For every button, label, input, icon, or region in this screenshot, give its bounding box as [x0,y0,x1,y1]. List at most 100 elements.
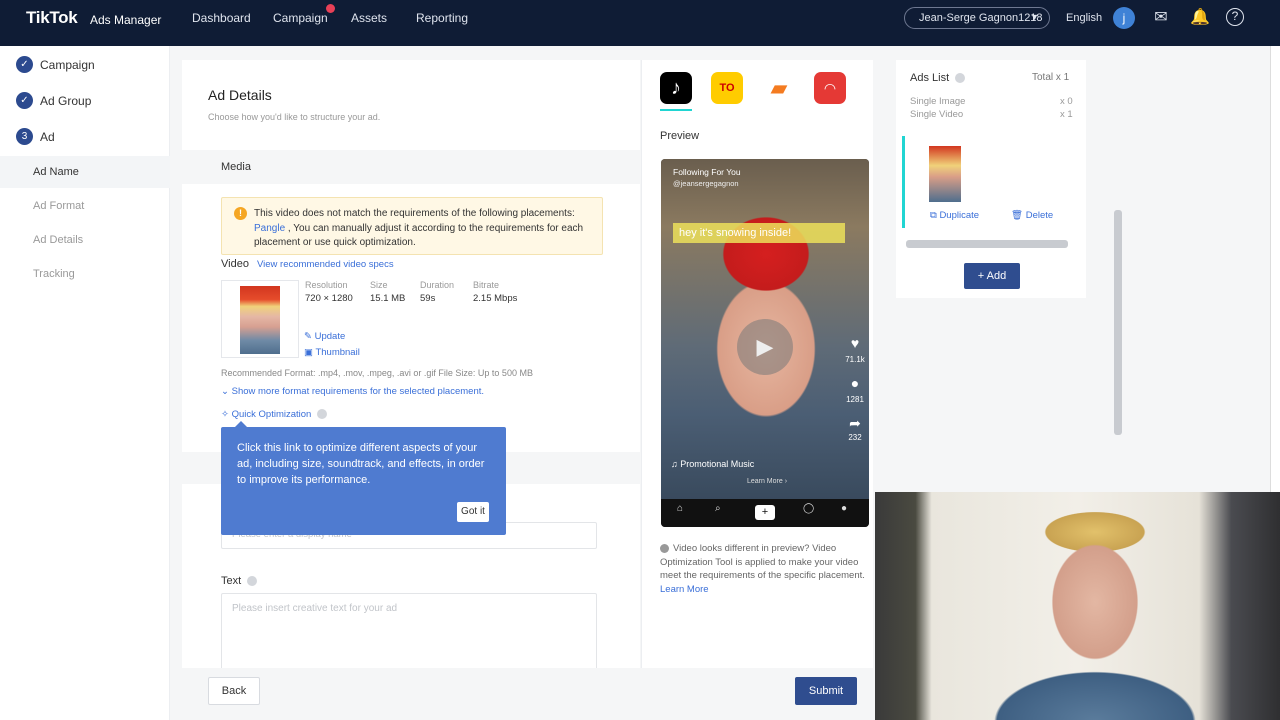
duplicate-button[interactable]: ⧉ Duplicate [930,210,979,221]
thumbnail-button[interactable]: ▣ Thumbnail [304,347,360,358]
play-icon[interactable]: ▶ [737,319,793,375]
show-more-label: Show more format requirements for the se… [231,386,485,397]
preview-note: Video looks different in preview? Video … [660,542,870,596]
scrollbar-thumb[interactable] [1114,210,1122,435]
pencil-icon: ✎ [304,331,315,342]
babe-app-icon[interactable]: ▰ [763,72,795,104]
show-more-link[interactable]: ⌄ Show more format requirements for the … [221,386,484,397]
text-label: Text [221,575,258,587]
tiktok-feed-tabs: Following For You [673,167,741,177]
recommended-format: Recommended Format: .mp4, .mov, .mpeg, .… [221,368,533,378]
top-navigation-bar: TikTok Ads Manager Dashboard Campaign As… [0,0,1280,46]
notifications-icon: ◯ [803,503,815,514]
pangle-link[interactable]: Pangle [254,223,285,234]
video-thumbnail[interactable] [221,280,299,358]
tooltip-text: Click this link to optimize different as… [237,442,485,486]
update-label: Update [314,331,346,342]
language-selector[interactable]: English [1066,12,1102,24]
substep-ad-details[interactable]: Ad Details [33,234,83,246]
add-ad-button[interactable]: + Add [964,263,1020,289]
preview-label: Preview [660,130,700,142]
ad-text-input[interactable]: Please insert creative text for your ad [221,593,597,668]
substep-ad-name[interactable]: Ad Name [33,166,79,178]
delete-button[interactable]: 🗑 Delete [1011,210,1053,221]
ad-details-panel: Ad Details Choose how you'd like to stru… [182,60,640,668]
music-title: Promotional Music [680,459,755,469]
tiktok-app-icon[interactable]: ♪ [660,72,692,104]
resolution-header: Resolution [305,280,348,290]
discover-icon: ⌕ [715,503,721,514]
shares-count: 232 [848,433,862,442]
ads-list-title-text: Ads List [910,72,950,84]
video-preview-phone[interactable]: Following For You @jeanserge​gagnon hey … [661,159,869,527]
single-video-count: x 1 [1060,109,1073,120]
step-campaign[interactable]: ✓ Campaign [16,55,166,75]
step-ad-group[interactable]: ✓ Ad Group [16,91,166,111]
ad-list-item[interactable]: ⧉ Duplicate 🗑 Delete [902,136,1082,228]
warning-text-end: , You can manually adjust it according t… [254,222,584,249]
bell-icon[interactable]: 🔔 [1190,8,1210,28]
selected-app-indicator [660,109,692,111]
music-note-icon: ♫ [671,459,681,469]
notification-dot [326,4,335,13]
webcam-overlay [875,492,1280,720]
me-icon: ● [841,503,848,514]
bitrate-value: 2.15 Mbps [473,293,518,304]
helo-app-icon[interactable]: ◠ [814,72,846,104]
avatar[interactable]: j [1113,7,1135,29]
help-icon[interactable]: ? [1226,8,1244,26]
help-icon[interactable] [317,409,328,420]
vertical-scrollbar[interactable] [1112,60,1124,440]
page-subtitle: Choose how you'd like to structure your … [208,112,381,122]
active-substep-highlight [0,156,170,188]
nav-campaign[interactable]: Campaign [273,11,328,25]
inbox-icon[interactable]: ✉ [1151,8,1171,28]
nav-reporting[interactable]: Reporting [416,11,468,25]
ad-thumbnail [929,146,961,202]
account-selector[interactable]: Jean-Serge Gagnon1218 ▼ [904,7,1050,29]
section-title: Media [221,161,251,173]
info-icon [660,543,669,553]
back-button[interactable]: Back [208,677,260,705]
quick-optimization-link[interactable]: ✧ Quick Optimization [221,409,328,420]
share-icon: ➦ [849,415,861,431]
submit-button[interactable]: Submit [795,677,857,705]
thumbnail-image [240,286,280,354]
step-label: Campaign [40,58,95,72]
check-icon: ✓ [16,56,33,73]
home-icon: ⌂ [677,503,684,514]
nav-assets[interactable]: Assets [351,11,387,25]
video-label: Video [221,258,249,270]
page-title: Ad Details [208,87,272,103]
help-icon[interactable] [955,73,966,84]
duration-header: Duration [420,280,455,290]
thumbnail-label: Thumbnail [315,347,360,358]
trash-icon: 🗑 [1011,210,1026,221]
size-header: Size [370,280,388,290]
ads-total: Total x 1 [1032,72,1070,83]
nav-dashboard[interactable]: Dashboard [192,11,251,25]
step-label: Ad Group [40,94,92,108]
step-ad[interactable]: 3 Ad [16,127,166,147]
media-section-header: Media [182,150,640,184]
update-button[interactable]: ✎ Update [304,331,345,342]
got-it-button[interactable]: Got it [457,502,489,522]
quick-optimization-tooltip: Click this link to optimize different as… [221,421,506,535]
preview-panel: ♪ TO ▰ ◠ Preview Following For You @jean… [641,60,873,668]
horizontal-scrollbar[interactable] [906,240,1068,248]
learn-more-link[interactable]: Learn More [660,584,709,595]
substep-tracking[interactable]: Tracking [33,268,75,280]
warning-text-start: This video does not match the requiremen… [254,208,575,219]
quick-optimization-label: Quick Optimization [231,409,312,420]
video-specs-link[interactable]: View recommended video specs [257,259,394,270]
buzzvideo-app-icon[interactable]: TO [711,72,743,104]
heart-icon: ♥ [850,335,860,351]
substep-ad-format[interactable]: Ad Format [33,200,84,212]
chevron-down-icon: ▼ [1030,12,1039,22]
step-label: Ad [40,130,55,144]
size-value: 15.1 MB [370,293,406,304]
tiktok-logo[interactable]: TikTok [26,8,78,28]
likes-count: 71.1k [845,355,865,364]
left-sidebar: ✓ Campaign ✓ Ad Group 3 Ad Ad Name Ad Fo… [0,46,170,720]
help-icon[interactable] [247,576,258,587]
